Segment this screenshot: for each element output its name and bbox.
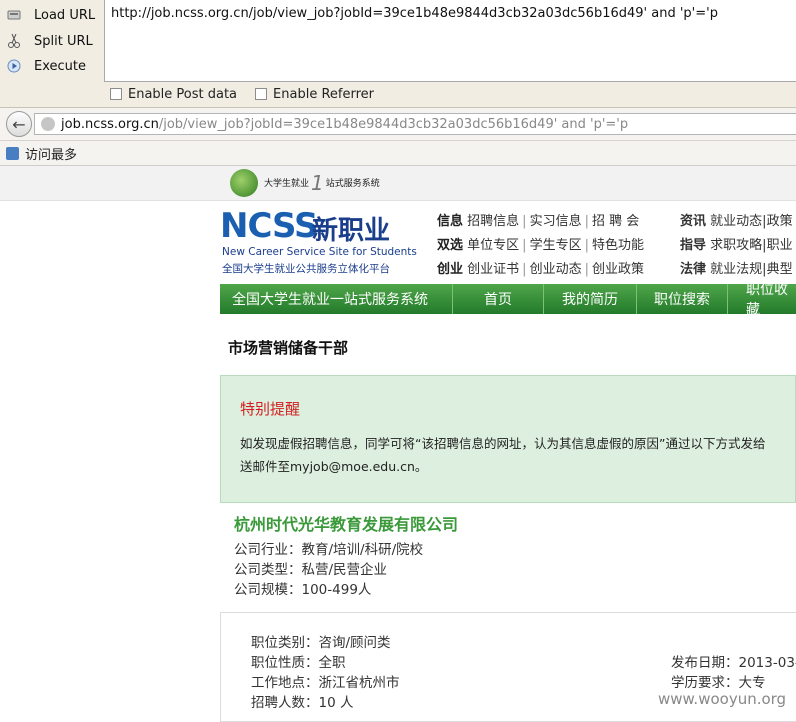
scissors-icon (6, 33, 22, 49)
site-logo[interactable]: NCSS 新职业 New Career Service Site for Stu… (220, 206, 420, 278)
split-url-button[interactable]: Split URL (0, 29, 104, 53)
back-arrow-icon: ← (12, 114, 26, 134)
enable-post-checkbox[interactable] (110, 88, 122, 100)
load-url-button[interactable]: Load URL (0, 3, 104, 27)
execute-button[interactable]: Execute (0, 54, 104, 78)
nav-link[interactable]: 实习信息 (530, 214, 582, 229)
address-bar[interactable]: job.ncss.org.cn/job/view_job?jobId=39ce1… (34, 113, 796, 135)
split-url-label: Split URL (34, 33, 93, 49)
globe-icon (41, 117, 55, 131)
nav-link[interactable]: 就业法规 (710, 262, 762, 277)
notice-box: 特别提醒 如发现虚假招聘信息，同学可将“该招聘信息的网址，认为其信息虚假的原因”… (220, 375, 796, 503)
watermark: www.wooyun.org (658, 690, 787, 708)
bookmarks-toolbar: 访问最多 (0, 141, 796, 166)
nav-link[interactable]: 学生专区 (530, 238, 582, 253)
nav-head-falv: 法律 (680, 262, 707, 277)
logo-xinzhiye: 新职业 (312, 216, 391, 246)
notice-heading: 特别提醒 (240, 400, 301, 418)
hackbar-url-textarea[interactable]: http://job.ncss.org.cn/job/view_job?jobI… (104, 0, 796, 82)
nav-link[interactable]: 求职攻略 (710, 238, 762, 253)
nav-link[interactable]: 招 聘 会 (592, 214, 639, 229)
menu-bar-title: 全国大学生就业一站式服务系统 (232, 292, 428, 308)
page-content: 大学生就业 1 站式服务系统 NCSS 新职业 New Career Servi… (0, 166, 796, 722)
job-publish-date: 发布日期：2013-03- (671, 655, 796, 671)
navigation-bar: ← job.ncss.org.cn/job/view_job?jobId=39c… (0, 108, 796, 141)
company-name[interactable]: 杭州时代光华教育发展有限公司 (234, 511, 458, 535)
hackbar-panel: Load URL Split URL Execute http://job.nc… (0, 0, 796, 108)
back-button[interactable]: ← (6, 111, 32, 137)
sublogo-number: 1 (311, 170, 324, 195)
nav-head-zhidao: 指导 (680, 238, 707, 253)
leaf-logo-icon (230, 168, 258, 197)
sublogo-text1: 大学生就业 (264, 179, 310, 189)
job-info-right: 发布日期：2013-03- 学历要求：大专 (671, 653, 796, 693)
nav-head-shuangxuan: 双选 (437, 238, 464, 253)
enable-post-label: Enable Post data (128, 86, 238, 102)
enable-referrer-label: Enable Referrer (273, 86, 374, 102)
enable-post-option[interactable]: Enable Post data (110, 87, 237, 102)
nav-row-zixun: 资讯 就业动态|政策 (680, 214, 793, 229)
job-title: 市场营销储备干部 (228, 339, 349, 357)
notice-line: 如发现虚假招聘信息，同学可将“该招聘信息的网址，认为其信息虚假的原因”通过以下方… (240, 436, 766, 451)
job-category: 职位类别：咨询/顾问类 (251, 635, 391, 651)
enable-referrer-checkbox[interactable] (255, 88, 268, 100)
nav-link[interactable]: 职业 (767, 238, 793, 253)
enable-referrer-option[interactable]: Enable Referrer (255, 87, 374, 102)
notice-line: 送邮件至myjob@moe.edu.cn。 (240, 459, 428, 474)
nav-head-chuangye: 创业 (437, 262, 464, 277)
address-text: job.ncss.org.cn/job/view_job?jobId=39ce1… (61, 117, 628, 132)
nav-head-info: 信息 (437, 214, 464, 229)
nav-link[interactable]: 创业政策 (592, 262, 644, 277)
job-info-left: 职位类别：咨询/顾问类 职位性质：全职 工作地点：浙江省杭州市 招聘人数：10 … (251, 633, 400, 713)
nav-row-info: 信息 招聘信息 | 实习信息 | 招 聘 会 (437, 214, 640, 229)
company-size: 公司规模：100-499人 (234, 582, 372, 598)
tab-job-favorites[interactable]: 职位收藏 (727, 282, 796, 318)
job-location: 工作地点：浙江省杭州市 (251, 675, 400, 691)
play-icon (6, 58, 22, 74)
job-headcount: 招聘人数：10 人 (251, 695, 354, 711)
nav-link[interactable]: 特色功能 (592, 238, 644, 253)
address-host: job.ncss.org.cn (61, 116, 159, 132)
bookmark-icon (6, 146, 19, 160)
hackbar-options: Enable Post data Enable Referrer (110, 85, 392, 103)
tab-job-search[interactable]: 职位搜索 (636, 284, 727, 314)
nav-link[interactable]: 单位专区 (467, 238, 519, 253)
nav-row-shuangxuan: 双选 单位专区 | 学生专区 | 特色功能 (437, 238, 644, 253)
nav-link[interactable]: 创业证书 (467, 262, 519, 277)
nav-link[interactable]: 就业动态 (710, 214, 762, 229)
company-industry: 公司行业：教育/培训/科研/院校 (234, 542, 424, 558)
tab-my-resume[interactable]: 我的简历 (543, 284, 636, 314)
sublogo-text2: 站式服务系统 (325, 179, 380, 189)
address-path: /job/view_job?jobId=39ce1b48e9844d3cb32a… (158, 116, 629, 132)
notice-text: 如发现虚假招聘信息，同学可将“该招聘信息的网址，认为其信息虚假的原因”通过以下方… (240, 432, 796, 478)
main-menu-bar: 全国大学生就业一站式服务系统 首页 我的简历 职位搜索 职位收藏 (220, 282, 796, 318)
nav-link[interactable]: 招聘信息 (467, 214, 519, 229)
nav-link[interactable]: 创业动态 (530, 262, 582, 277)
load-url-icon (6, 7, 22, 23)
company-type: 公司类型：私营/民营企业 (234, 562, 388, 578)
nav-row-chuangye: 创业 创业证书 | 创业动态 | 创业政策 (437, 262, 644, 277)
hackbar-actions: Load URL Split URL Execute (0, 0, 104, 84)
job-nature: 职位性质：全职 (251, 655, 346, 671)
load-url-label: Load URL (34, 7, 96, 23)
top-nav-left: 信息 招聘信息 | 实习信息 | 招 聘 会 双选 单位专区 | 学生专区 | 特色功能 创业 … (437, 210, 644, 282)
nav-link[interactable]: 典型 (767, 262, 793, 277)
one-stop-logo[interactable]: 大学生就业 1 站式服务系统 (230, 166, 392, 199)
tab-home[interactable]: 首页 (452, 284, 543, 314)
logo-english: New Career Service Site for Students (222, 246, 417, 258)
top-band: 大学生就业 1 站式服务系统 (0, 166, 796, 201)
nav-link[interactable]: 政策 (767, 214, 793, 229)
top-nav-right: 资讯 就业动态|政策 指导 求职攻略|职业 法律 就业法规|典型 (680, 210, 793, 282)
company-info: 公司行业：教育/培训/科研/院校 公司类型：私营/民营企业 公司规模：100-4… (234, 540, 423, 600)
execute-label: Execute (34, 58, 86, 74)
logo-subtitle: 全国大学生就业公共服务立体化平台 (222, 263, 390, 275)
bookmark-most-visited[interactable]: 访问最多 (25, 144, 77, 163)
nav-head-zixun: 资讯 (680, 214, 707, 229)
nav-row-zhidao: 指导 求职攻略|职业 (680, 238, 793, 253)
